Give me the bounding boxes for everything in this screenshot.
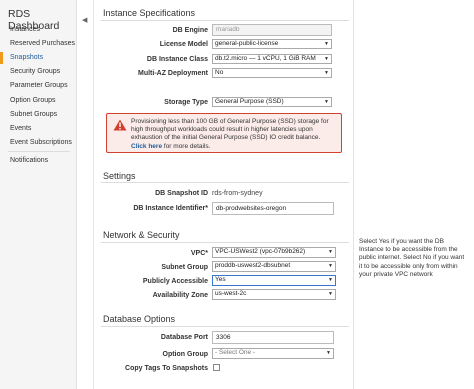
storage-type-label: Storage Type bbox=[164, 99, 208, 106]
sidebar-item-notifications[interactable]: Notifications bbox=[10, 157, 48, 164]
option-group-value: - Select One - bbox=[215, 349, 256, 356]
section-title-network-security: Network & Security bbox=[103, 230, 180, 240]
subnet-group-label: Subnet Group bbox=[161, 264, 208, 271]
db-instance-class-label: DB Instance Class bbox=[146, 56, 208, 63]
storage-type-value: General Purpose (SSD) bbox=[215, 98, 284, 105]
warning-text: Provisioning less than 100 GB of General… bbox=[131, 118, 337, 151]
dropdown-arrow-icon: ▼ bbox=[324, 41, 329, 47]
sidebar-collapse-toggle[interactable]: ◀ bbox=[78, 0, 94, 389]
dropdown-arrow-icon: ▼ bbox=[326, 350, 331, 356]
help-panel-divider bbox=[353, 0, 354, 389]
sidebar-item-subnet-groups[interactable]: Subnet Groups bbox=[10, 111, 57, 118]
db-snapshot-id-value: rds-from-sydney bbox=[212, 190, 263, 197]
publicly-accessible-label: Publicly Accessible bbox=[142, 278, 208, 285]
sidebar-item-security-groups[interactable]: Security Groups bbox=[10, 68, 60, 75]
subnet-group-select[interactable]: proddb-uswest2-dbsubnet ▼ bbox=[212, 261, 336, 272]
publicly-accessible-select[interactable]: Yes ▼ bbox=[212, 275, 336, 286]
availability-zone-select[interactable]: us-west-2c ▼ bbox=[212, 289, 336, 300]
database-port-label: Database Port bbox=[160, 334, 208, 341]
availability-zone-value: us-west-2c bbox=[215, 290, 247, 297]
warning-suffix: for more details. bbox=[162, 142, 211, 150]
warning-icon bbox=[113, 119, 127, 131]
multi-az-select[interactable]: No ▼ bbox=[212, 68, 332, 78]
db-instance-class-select[interactable]: db.t2.micro — 1 vCPU, 1 GiB RAM ▼ bbox=[212, 54, 332, 64]
section-title-settings: Settings bbox=[103, 171, 136, 181]
db-engine-field: mariadb bbox=[212, 24, 332, 36]
sidebar-item-option-groups[interactable]: Option Groups bbox=[10, 97, 56, 104]
db-instance-identifier-input[interactable]: db-prodwebsites-oregon bbox=[212, 202, 334, 215]
sidebar-item-instances[interactable]: Instances bbox=[10, 26, 40, 33]
db-instance-class-value: db.t2.micro — 1 vCPU, 1 GiB RAM bbox=[215, 55, 316, 62]
section-divider bbox=[101, 242, 349, 243]
license-model-label: License Model bbox=[159, 41, 208, 48]
warning-message: Provisioning less than 100 GB of General… bbox=[131, 118, 329, 142]
dropdown-arrow-icon: ▼ bbox=[324, 56, 329, 62]
database-port-input[interactable]: 3306 bbox=[212, 331, 334, 344]
dropdown-arrow-icon: ▼ bbox=[328, 277, 333, 283]
dropdown-arrow-icon: ▼ bbox=[324, 99, 329, 105]
storage-type-select[interactable]: General Purpose (SSD) ▼ bbox=[212, 97, 332, 107]
db-snapshot-id-label: DB Snapshot ID bbox=[155, 190, 208, 197]
sidebar-item-reserved-purchases[interactable]: Reserved Purchases bbox=[10, 40, 75, 47]
subnet-group-value: proddb-uswest2-dbsubnet bbox=[215, 262, 291, 269]
multi-az-value: No bbox=[215, 69, 224, 76]
vpc-value: VPC-USWest2 (vpc-07b9b262) bbox=[215, 248, 306, 255]
section-divider bbox=[101, 20, 349, 21]
option-group-select[interactable]: - Select One - ▼ bbox=[212, 348, 334, 359]
warning-details-link[interactable]: Click here bbox=[131, 143, 162, 150]
sidebar-item-parameter-groups[interactable]: Parameter Groups bbox=[10, 82, 68, 89]
section-title-database-options: Database Options bbox=[103, 314, 176, 324]
section-title-instance-specifications: Instance Specifications bbox=[103, 8, 196, 18]
sidebar: RDS Dashboard Instances Reserved Purchas… bbox=[0, 0, 77, 389]
vpc-select[interactable]: VPC-USWest2 (vpc-07b9b262) ▼ bbox=[212, 247, 336, 258]
db-instance-identifier-label: DB Instance Identifier* bbox=[133, 205, 208, 212]
license-model-value: general-public-license bbox=[215, 40, 279, 47]
sidebar-item-event-subscriptions[interactable]: Event Subscriptions bbox=[10, 139, 72, 146]
publicly-accessible-value: Yes bbox=[215, 276, 226, 283]
copy-tags-label: Copy Tags To Snapshots bbox=[125, 365, 208, 372]
dropdown-arrow-icon: ▼ bbox=[328, 291, 333, 297]
multi-az-label: Multi-AZ Deployment bbox=[138, 70, 208, 77]
sidebar-item-snapshots[interactable]: Snapshots bbox=[10, 54, 43, 61]
section-divider bbox=[101, 182, 349, 183]
vpc-label: VPC* bbox=[190, 250, 208, 257]
active-item-marker bbox=[0, 52, 3, 64]
storage-warning-box: Provisioning less than 100 GB of General… bbox=[106, 113, 342, 153]
sidebar-divider bbox=[8, 151, 70, 152]
option-group-label: Option Group bbox=[162, 351, 209, 358]
sidebar-item-events[interactable]: Events bbox=[10, 125, 31, 132]
copy-tags-checkbox[interactable] bbox=[213, 364, 220, 371]
dropdown-arrow-icon: ▼ bbox=[328, 263, 333, 269]
dropdown-arrow-icon: ▼ bbox=[328, 249, 333, 255]
license-model-select[interactable]: general-public-license ▼ bbox=[212, 39, 332, 49]
db-engine-label: DB Engine bbox=[172, 27, 208, 34]
publicly-accessible-help-text: Select Yes if you want the DB Instance t… bbox=[359, 238, 465, 278]
section-divider bbox=[101, 326, 349, 327]
dropdown-arrow-icon: ▼ bbox=[324, 70, 329, 76]
availability-zone-label: Availability Zone bbox=[152, 292, 208, 299]
chevron-left-icon[interactable]: ◀ bbox=[82, 16, 87, 24]
